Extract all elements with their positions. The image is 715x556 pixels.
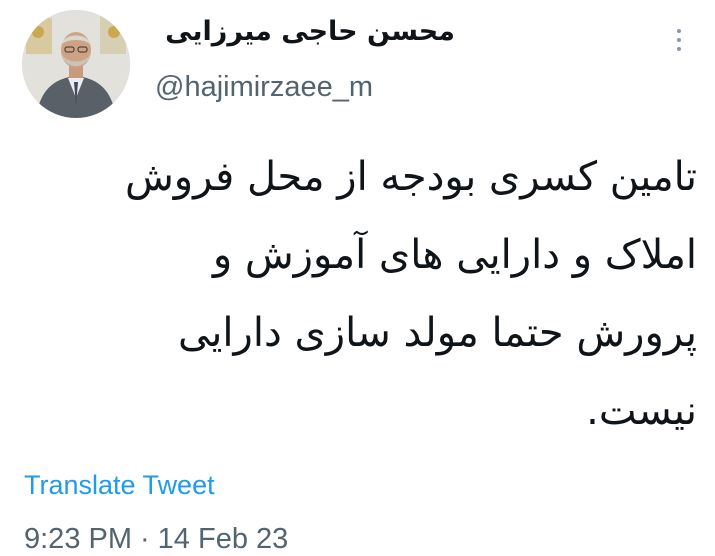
more-dot — [677, 38, 681, 42]
avatar[interactable] — [22, 10, 130, 118]
meta-separator: · — [140, 523, 150, 555]
display-name[interactable]: محسن حاجی میرزایی — [165, 16, 455, 47]
user-handle[interactable]: @hajimirzaee_m — [155, 71, 373, 104]
tweet-text-line: پرورش حتما مولد سازی دارایی — [177, 310, 697, 356]
more-options-icon[interactable] — [664, 24, 694, 60]
profile-photo — [22, 10, 130, 118]
tweet-text: تامین کسری بودجه از محل فروش املاک و دار… — [17, 138, 697, 450]
tweet-time: 9:23 PM — [24, 523, 132, 555]
tweet-text-line: املاک و دارایی های آموزش و — [212, 232, 697, 278]
translate-tweet-link[interactable]: Translate Tweet — [24, 470, 215, 501]
tweet-text-line: تامین کسری بودجه از محل فروش — [124, 154, 697, 200]
more-dot — [677, 47, 681, 51]
tweet-text-line: نیست. — [586, 388, 697, 434]
tweet-date: 14 Feb 23 — [157, 523, 289, 555]
tweet-card: محسن حاجی میرزایی @hajimirzaee_m تامین ک… — [0, 0, 715, 556]
tweet-timestamp[interactable]: 9:23 PM · 14 Feb 23 — [24, 523, 288, 556]
more-dot — [677, 29, 681, 33]
